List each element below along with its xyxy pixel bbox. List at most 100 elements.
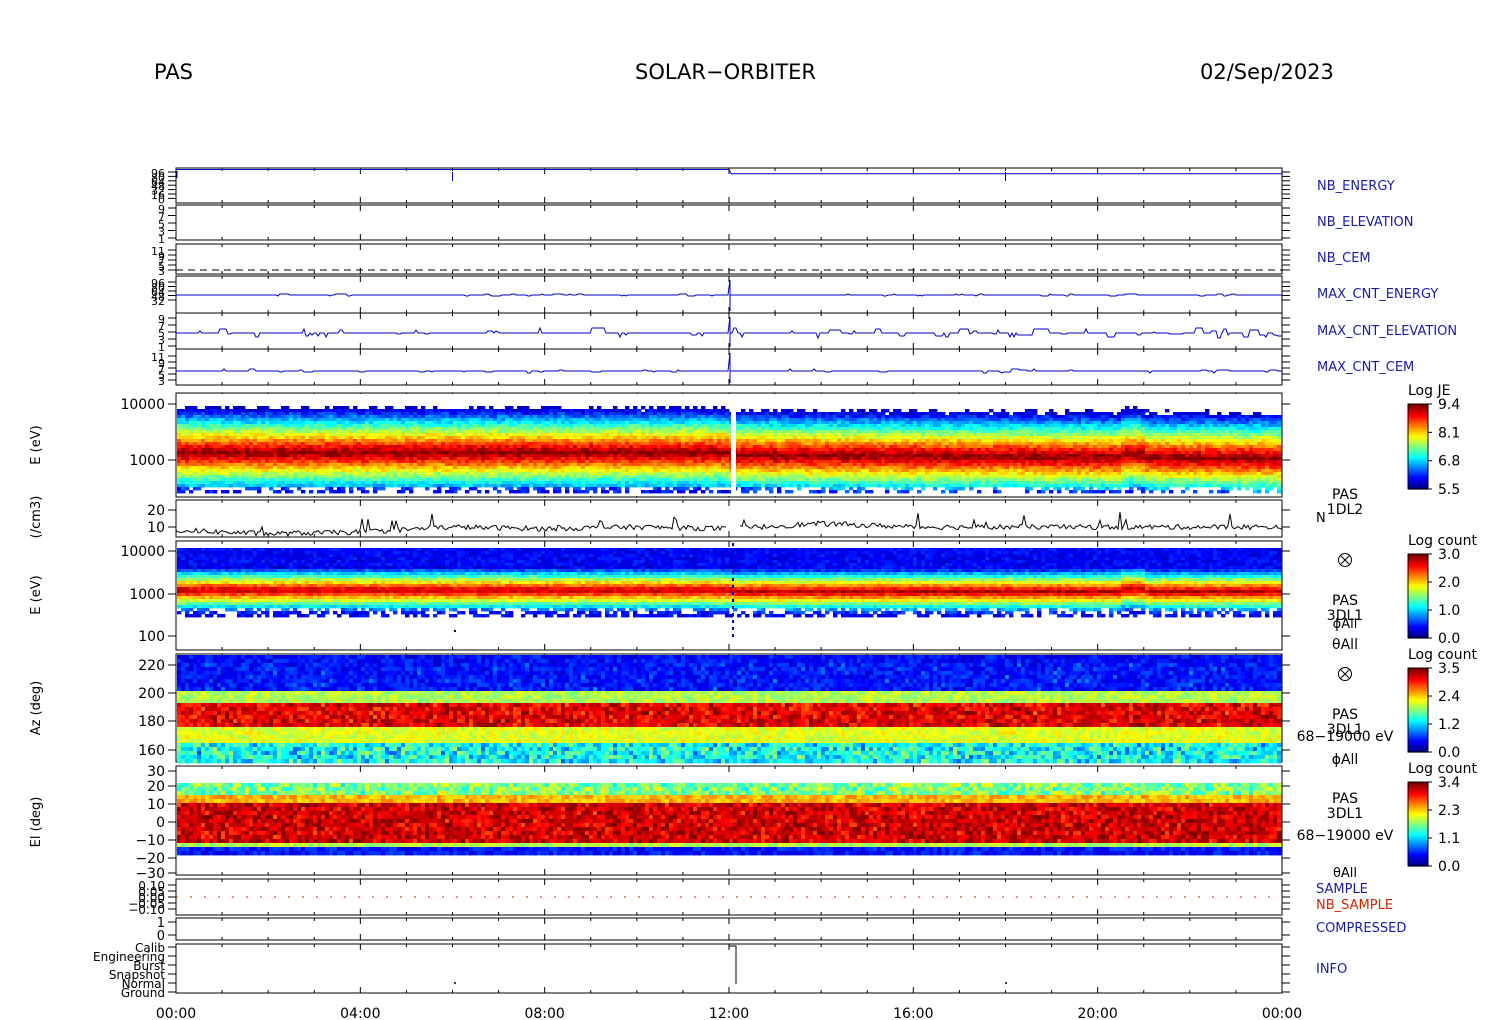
spectrogram-cell (193, 436, 198, 440)
spectrogram-cell (417, 451, 422, 455)
spectrogram-cell (501, 445, 506, 449)
spectrogram-cell (701, 469, 706, 473)
spectrogram-cell (569, 463, 574, 467)
spectrogram-cell (549, 439, 554, 443)
spectrogram-cell (221, 448, 226, 452)
spectrogram-cell (485, 454, 490, 458)
spectrogram-cell (593, 436, 598, 440)
spectrogram-cell (429, 481, 434, 485)
spectrogram-cell (773, 475, 778, 479)
spectrogram-cell (369, 484, 374, 488)
spectrogram-cell (249, 481, 254, 485)
spectrogram-cell (257, 472, 262, 476)
spectrogram-cell (317, 475, 322, 479)
spectrogram-cell (201, 478, 206, 482)
spectrogram-cell (273, 430, 278, 434)
spectrogram-cell (409, 430, 414, 434)
spectrogram-cell (773, 451, 778, 455)
spectrogram-cell (373, 454, 378, 458)
spectrogram-cell (381, 472, 386, 476)
spectrogram-cell (809, 451, 814, 455)
spectrogram-cell (813, 454, 818, 458)
spectrogram-cell (277, 412, 282, 416)
spectrogram-cell (213, 478, 218, 482)
spectrogram-cell (653, 475, 658, 479)
spectrogram-cell (557, 448, 562, 452)
spectrogram-cell (625, 481, 630, 485)
spectrogram-cell (649, 436, 654, 440)
spectrogram-cell (385, 457, 390, 461)
spectrogram-cell (785, 424, 790, 428)
spectrogram-cell (321, 436, 326, 440)
spectrogram-cell (241, 454, 246, 458)
spectrogram-cell (701, 406, 706, 410)
spectrogram-cell (701, 445, 706, 449)
spectrogram-cell (269, 412, 274, 416)
spectrogram-cell (353, 427, 358, 431)
spectrogram-cell (393, 427, 398, 431)
spectrogram-cell (209, 490, 214, 494)
spectrogram-cell (661, 427, 666, 431)
spectrogram-cell (213, 484, 218, 488)
spectrogram-cell (585, 415, 590, 419)
spectrogram-cell (825, 433, 830, 437)
spectrogram-cell (197, 469, 202, 473)
spectrogram-cell (637, 412, 642, 416)
spectrogram-cell (233, 436, 238, 440)
spectrogram-cell (261, 436, 266, 440)
spectrogram-cell (817, 484, 822, 488)
spectrogram-cell (545, 472, 550, 476)
spectrogram-cell (301, 472, 306, 476)
spectrogram-cell (329, 466, 334, 470)
spectrogram-cell (609, 460, 614, 464)
spectrogram-cell (393, 448, 398, 452)
spectrogram-cell (241, 481, 246, 485)
spectrogram-cell (697, 454, 702, 458)
spectrogram-cell (605, 442, 610, 446)
spectrogram-cell (621, 415, 626, 419)
spectrogram-cell (681, 472, 686, 476)
spectrogram-cell (425, 472, 430, 476)
spectrogram-cell (537, 469, 542, 473)
spectrogram-cell (413, 451, 418, 455)
spectrogram-cell (725, 424, 730, 428)
spectrogram-cell (325, 409, 330, 413)
spectrogram-cell (749, 475, 754, 479)
spectrogram-cell (661, 430, 666, 434)
spectrogram-cell (801, 409, 806, 413)
spectrogram-cell (653, 445, 658, 449)
spectrogram-cell (405, 427, 410, 431)
spectrogram-cell (825, 436, 830, 440)
spectrogram-cell (553, 457, 558, 461)
spectrogram-cell (553, 427, 558, 431)
spectrogram-cell (485, 481, 490, 485)
spectrogram-cell (449, 415, 454, 419)
spectrogram-cell (801, 430, 806, 434)
spectrogram-cell (193, 445, 198, 449)
spectrogram-cell (741, 439, 746, 443)
spectrogram-cell (561, 430, 566, 434)
spectrogram-cell (625, 466, 630, 470)
spectrogram-cell (625, 487, 630, 491)
spectrogram-cell (325, 412, 330, 416)
spectrogram-cell (805, 484, 810, 488)
spectrogram-cell (545, 418, 550, 422)
spectrogram-cell (609, 430, 614, 434)
spectrogram-cell (661, 448, 666, 452)
spectrogram-cell (681, 484, 686, 488)
spectrogram-cell (301, 415, 306, 419)
spectrogram-cell (425, 463, 430, 467)
spectrogram-cell (361, 415, 366, 419)
spectrogram-cell (577, 463, 582, 467)
spectrogram-cell (817, 442, 822, 446)
spectrogram-cell (789, 427, 794, 431)
spectrogram-cell (573, 424, 578, 428)
spectrogram-cell (473, 460, 478, 464)
spectrogram-cell (801, 463, 806, 467)
spectrogram-cell (237, 418, 242, 422)
spectrogram-cell (545, 481, 550, 485)
spectrogram-cell (437, 451, 442, 455)
spectrogram-cell (489, 469, 494, 473)
spectrogram-cell (337, 481, 342, 485)
spectrogram-cell (809, 490, 814, 494)
